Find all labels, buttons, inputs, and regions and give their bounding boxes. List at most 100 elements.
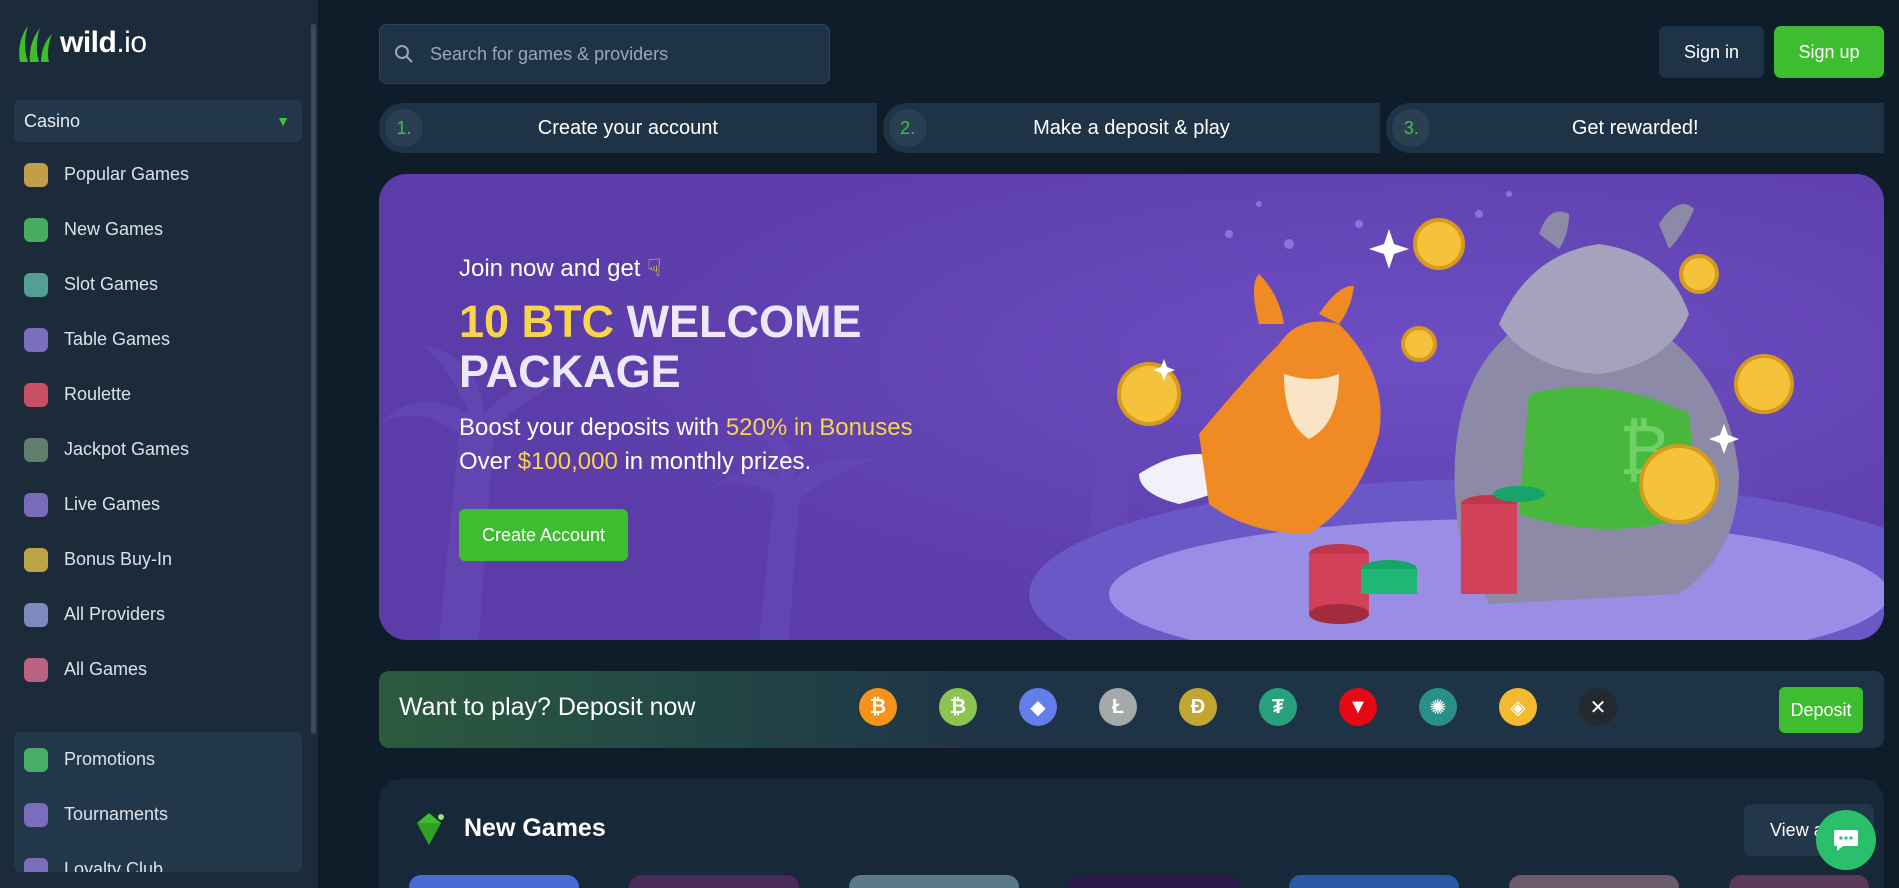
sidebar-scrollbar[interactable]	[311, 24, 316, 734]
sidebar-item-label: Bonus Buy-In	[64, 549, 173, 569]
game-thumbnail[interactable]	[629, 875, 799, 888]
sign-up-button[interactable]: Sign up	[1774, 26, 1884, 78]
live-chat-button[interactable]	[1816, 810, 1876, 870]
sidebar-item-label: New Games	[64, 219, 164, 239]
sidebar-item-label: All Providers	[64, 604, 166, 624]
sidebar-item-loyalty-club[interactable]: Loyalty Club	[14, 842, 302, 872]
sign-in-button[interactable]: Sign in	[1659, 26, 1764, 78]
sidebar-item-label: Tournaments	[64, 804, 169, 824]
sidebar-item-table-games[interactable]: Table Games	[14, 312, 302, 367]
all-games-icon	[24, 657, 48, 682]
create-account-button[interactable]: Create Account	[459, 509, 628, 561]
chat-bubble-icon	[1834, 830, 1858, 851]
game-thumbnail[interactable]	[409, 875, 579, 888]
onboarding-steps: 1. Create your account 2. Make a deposit…	[379, 103, 1885, 153]
welcome-banner[interactable]: ₿ Join now and get ☟ 10 BTC WELCOME PACK	[379, 174, 1884, 640]
banner-title-welcome: WELCOME	[626, 296, 862, 347]
xrp-icon[interactable]: ✕	[1579, 688, 1617, 726]
live-games-icon	[24, 492, 48, 517]
step-rewarded[interactable]: 3. Get rewarded!	[1386, 103, 1885, 153]
deposit-bar: Want to play? Deposit now ₿ ₿ ◆ Ł Ð ₮ ▼ ✺ ◈ ✕ Dep…	[379, 671, 1884, 748]
banner-text: Join now and get ☟ 10 BTC WELCOME PACKAG…	[459, 254, 913, 561]
sidebar-item-label: Loyalty Club	[64, 859, 164, 872]
table-games-icon	[24, 327, 48, 352]
bnb-icon[interactable]: ◈	[1499, 688, 1537, 726]
chevron-down-icon: ▼	[276, 113, 290, 129]
tron-icon[interactable]: ▼	[1339, 688, 1377, 726]
deposit-button[interactable]: Deposit	[1779, 687, 1863, 733]
banner-title-amount: 10 BTC	[459, 296, 615, 347]
sidebar-item-promotions[interactable]: Promotions	[14, 732, 302, 787]
sidebar-item-label: Promotions	[64, 749, 156, 769]
tether-icon[interactable]: ₮	[1259, 688, 1297, 726]
ethereum-icon[interactable]: ◆	[1019, 688, 1057, 726]
new-games-title: New Games	[464, 814, 606, 842]
casino-nav: Popular Games New Games Slot Games Table Ga…	[14, 147, 302, 697]
banner-join-text: Join now and get ☟	[459, 255, 662, 282]
sidebar-item-all-games[interactable]: All Games	[14, 642, 302, 697]
sidebar-item-new-games[interactable]: New Games	[14, 202, 302, 257]
sidebar-item-slot-games[interactable]: Slot Games	[14, 257, 302, 312]
providers-icon	[24, 602, 48, 627]
game-thumbnail[interactable]	[1729, 875, 1869, 888]
bitcoin-cash-icon[interactable]: ₿	[939, 688, 977, 726]
step-deposit[interactable]: 2. Make a deposit & play	[882, 103, 1381, 153]
step-label: Make a deposit & play	[1033, 116, 1230, 139]
logo-claw-icon	[19, 26, 52, 62]
sidebar-item-roulette[interactable]: Roulette	[14, 367, 302, 422]
game-thumbnail[interactable]	[1289, 875, 1459, 888]
popular-games-icon	[24, 162, 48, 187]
sidebar-item-label: Table Games	[64, 329, 171, 349]
search-icon	[395, 45, 413, 63]
step-number: 3.	[1392, 109, 1431, 147]
slot-games-icon	[24, 272, 48, 297]
casino-category-select[interactable]: Casino ▼	[14, 100, 302, 142]
sidebar-item-label: Live Games	[64, 494, 161, 514]
bitcoin-icon[interactable]: ₿	[859, 688, 897, 726]
sidebar-item-label: Popular Games	[64, 164, 190, 184]
secondary-nav: Promotions Tournaments Loyalty Club	[14, 732, 302, 872]
sidebar-item-label: Slot Games	[64, 274, 159, 294]
banner-subtitle: Boost your deposits with 520% in Bonuses…	[459, 414, 913, 475]
game-thumbnail[interactable]	[1069, 875, 1239, 888]
sidebar-item-live-games[interactable]: Live Games	[14, 477, 302, 532]
game-thumbnail[interactable]	[1509, 875, 1679, 888]
litecoin-icon[interactable]: Ł	[1099, 688, 1137, 726]
search-bar[interactable]	[379, 24, 830, 84]
sidebar-item-label: Roulette	[64, 384, 132, 404]
gem-icon	[417, 813, 444, 845]
banner-title-package: PACKAGE	[459, 346, 681, 397]
new-games-icon	[24, 217, 48, 242]
loyalty-icon	[24, 857, 48, 872]
step-label: Get rewarded!	[1571, 116, 1699, 139]
sidebar: wild.io Casino ▼ Popular Games New Games S…	[0, 0, 318, 888]
step-number: 2.	[888, 109, 927, 147]
step-create-account[interactable]: 1. Create your account	[379, 103, 877, 153]
game-thumbnail[interactable]	[849, 875, 1019, 888]
sidebar-item-bonus-buy-in[interactable]: Bonus Buy-In	[14, 532, 302, 587]
deposit-prompt: Want to play? Deposit now	[399, 693, 696, 721]
casino-category-label: Casino	[24, 110, 81, 131]
bonus-buy-icon	[24, 547, 48, 572]
sidebar-item-label: All Games	[64, 659, 148, 679]
sidebar-item-tournaments[interactable]: Tournaments	[14, 787, 302, 842]
crypto-coin-list: ₿ ₿ ◆ Ł Ð ₮ ▼ ✺ ◈ ✕	[859, 688, 1617, 726]
promotions-icon	[24, 747, 48, 772]
trophy-icon	[24, 802, 48, 827]
sidebar-item-jackpot-games[interactable]: Jackpot Games	[14, 422, 302, 477]
new-games-section: New Games View all	[379, 779, 1884, 888]
search-input[interactable]	[430, 43, 790, 65]
step-number: 1.	[385, 109, 423, 147]
sidebar-item-all-providers[interactable]: All Providers	[14, 587, 302, 642]
cardano-icon[interactable]: ✺	[1419, 688, 1457, 726]
pointing-hand-icon: ☟	[647, 255, 662, 282]
logo[interactable]: wild.io	[14, 22, 147, 64]
roulette-icon	[24, 382, 48, 407]
banner-title: 10 BTC WELCOME PACKAGE	[459, 297, 913, 397]
sidebar-item-popular-games[interactable]: Popular Games	[14, 147, 302, 202]
dogecoin-icon[interactable]: Ð	[1179, 688, 1217, 726]
sidebar-item-label: Jackpot Games	[64, 439, 190, 459]
jackpot-icon	[24, 437, 48, 462]
step-label: Create your account	[537, 116, 718, 139]
logo-text: wild.io	[60, 26, 147, 59]
